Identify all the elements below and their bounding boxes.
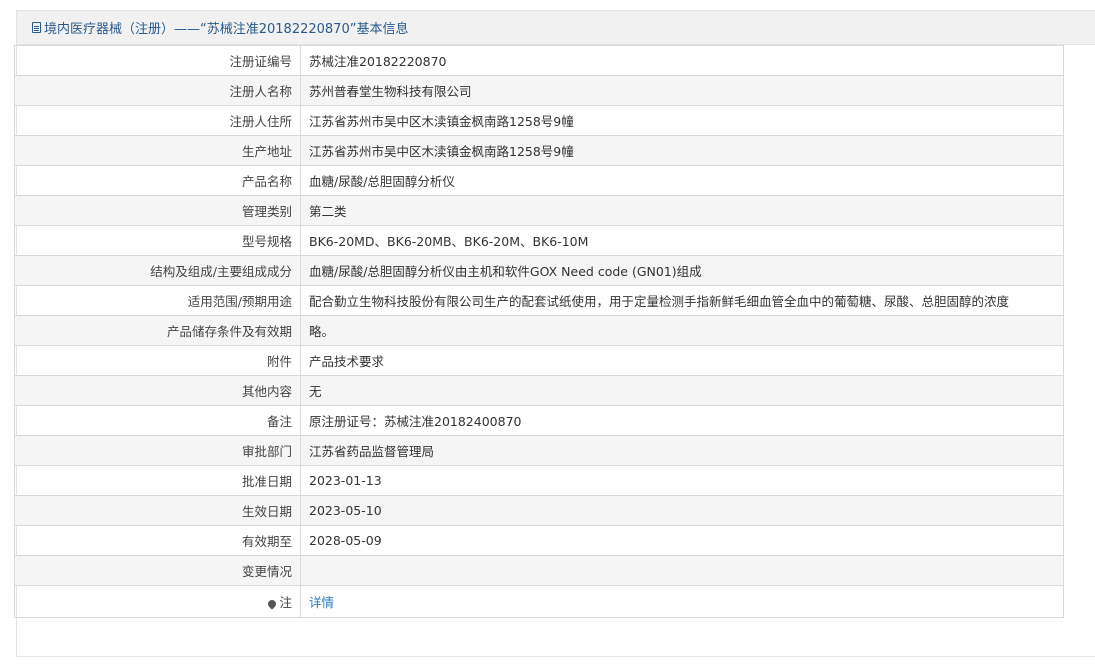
field-label: 注册人名称 [14, 75, 301, 106]
field-value: BK6-20MD、BK6-20MB、BK6-20M、BK6-10M [300, 225, 1064, 256]
note-row: 注 详情 [14, 585, 1064, 618]
note-label-cell: 注 [14, 585, 301, 618]
table-row: 生效日期 2023-05-10 [14, 495, 1064, 526]
table-row: 批准日期 2023-01-13 [14, 465, 1064, 496]
field-label: 注册人住所 [14, 105, 301, 136]
info-table: 注册证编号 苏械注准20182220870 注册人名称 苏州普春堂生物科技有限公… [14, 45, 1064, 618]
table-row: 注册人住所 江苏省苏州市吴中区木渎镇金枫南路1258号9幢 [14, 105, 1064, 136]
field-value [300, 555, 1064, 586]
field-value: 2023-01-13 [300, 465, 1064, 496]
field-label: 变更情况 [14, 555, 301, 586]
field-label: 管理类别 [14, 195, 301, 226]
field-label: 生产地址 [14, 135, 301, 166]
field-label: 产品名称 [14, 165, 301, 196]
table-row: 注册人名称 苏州普春堂生物科技有限公司 [14, 75, 1064, 106]
field-label: 审批部门 [14, 435, 301, 466]
table-row: 产品名称 血糖/尿酸/总胆固醇分析仪 [14, 165, 1064, 196]
field-value: 无 [300, 375, 1064, 406]
field-value: 2023-05-10 [300, 495, 1064, 526]
page-title: 境内医疗器械（注册）——“苏械注准20182220870”基本信息 [44, 22, 409, 37]
field-value: 江苏省药品监督管理局 [300, 435, 1064, 466]
field-label: 适用范围/预期用途 [14, 285, 301, 316]
table-row: 变更情况 [14, 555, 1064, 586]
details-link[interactable]: 详情 [309, 595, 334, 610]
field-label: 型号规格 [14, 225, 301, 256]
field-label: 结构及组成/主要组成成分 [14, 255, 301, 286]
table-row: 有效期至 2028-05-09 [14, 525, 1064, 556]
field-label: 有效期至 [14, 525, 301, 556]
note-pin-icon [266, 597, 279, 610]
table-row: 结构及组成/主要组成成分 血糖/尿酸/总胆固醇分析仪由主机和软件GOX Need… [14, 255, 1064, 286]
field-value: 略。 [300, 315, 1064, 346]
field-value: 血糖/尿酸/总胆固醇分析仪 [300, 165, 1064, 196]
field-value: 配合勤立生物科技股份有限公司生产的配套试纸使用，用于定量检测手指新鲜毛细血管全血… [300, 285, 1064, 316]
field-value: 产品技术要求 [300, 345, 1064, 376]
field-label: 附件 [14, 345, 301, 376]
field-value: 苏械注准20182220870 [300, 45, 1064, 76]
field-label: 备注 [14, 405, 301, 436]
table-row: 注册证编号 苏械注准20182220870 [14, 45, 1064, 76]
table-row: 型号规格 BK6-20MD、BK6-20MB、BK6-20M、BK6-10M [14, 225, 1064, 256]
field-label: 注册证编号 [14, 45, 301, 76]
field-label: 批准日期 [14, 465, 301, 496]
field-value: 苏州普春堂生物科技有限公司 [300, 75, 1064, 106]
field-label: 生效日期 [14, 495, 301, 526]
table-row: 审批部门 江苏省药品监督管理局 [14, 435, 1064, 466]
field-value: 江苏省苏州市吴中区木渎镇金枫南路1258号9幢 [300, 105, 1064, 136]
field-value: 江苏省苏州市吴中区木渎镇金枫南路1258号9幢 [300, 135, 1064, 166]
field-value: 原注册证号：苏械注准20182400870 [300, 405, 1064, 436]
table-row: 附件 产品技术要求 [14, 345, 1064, 376]
field-value: 血糖/尿酸/总胆固醇分析仪由主机和软件GOX Need code (GN01)组… [300, 255, 1064, 286]
document-icon [32, 22, 41, 33]
panel-header: 境内医疗器械（注册）——“苏械注准20182220870”基本信息 [17, 11, 1095, 45]
table-row: 管理类别 第二类 [14, 195, 1064, 226]
table-row: 适用范围/预期用途 配合勤立生物科技股份有限公司生产的配套试纸使用，用于定量检测… [14, 285, 1064, 316]
note-value-cell: 详情 [300, 585, 1064, 618]
table-row: 备注 原注册证号：苏械注准20182400870 [14, 405, 1064, 436]
table-row: 产品储存条件及有效期 略。 [14, 315, 1064, 346]
field-value: 第二类 [300, 195, 1064, 226]
field-label: 其他内容 [14, 375, 301, 406]
note-label: 注 [279, 595, 292, 610]
table-row: 生产地址 江苏省苏州市吴中区木渎镇金枫南路1258号9幢 [14, 135, 1064, 166]
field-value: 2028-05-09 [300, 525, 1064, 556]
table-row: 其他内容 无 [14, 375, 1064, 406]
field-label: 产品储存条件及有效期 [14, 315, 301, 346]
